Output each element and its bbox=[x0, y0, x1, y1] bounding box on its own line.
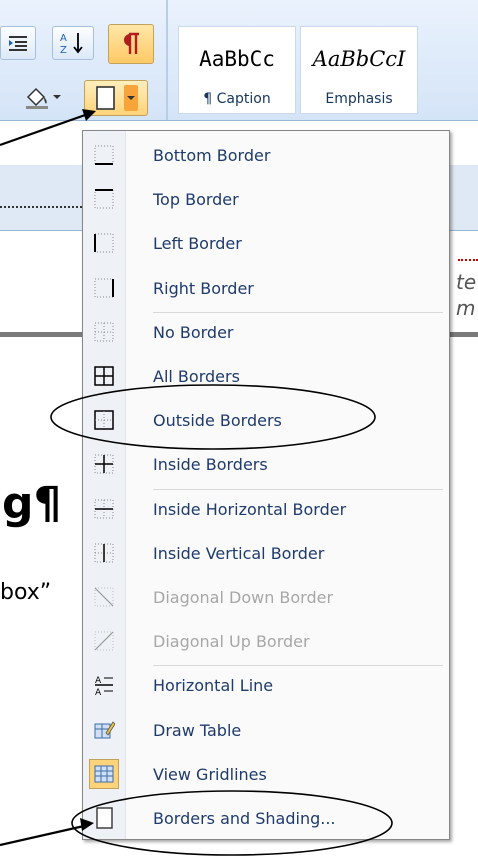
no-border-icon bbox=[94, 322, 114, 342]
menu-item-no-border[interactable]: No Border bbox=[83, 312, 449, 356]
menu-item-outside-borders[interactable]: Outside Borders bbox=[83, 400, 449, 444]
doc-heading-fragment: g¶ bbox=[2, 478, 62, 529]
menu-item-bottom-border[interactable]: Bottom Border bbox=[83, 135, 449, 179]
left-border-icon bbox=[94, 233, 114, 253]
doc-right-fragment: te bbox=[456, 270, 477, 294]
ribbon: A Z AaBbCc ¶ Caption AaBbCcI Emphasis bbox=[0, 0, 478, 121]
menu-item-label: No Border bbox=[153, 322, 234, 342]
menu-item-label: Left Border bbox=[153, 234, 242, 254]
svg-text:A: A bbox=[60, 33, 67, 44]
page-border-icon bbox=[96, 86, 115, 110]
bottom-border-icon bbox=[94, 145, 114, 165]
menu-item-label: Diagonal Down Border bbox=[153, 588, 334, 607]
menu-item-right-border[interactable]: Right Border bbox=[83, 268, 449, 312]
menu-item-all-borders[interactable]: All Borders bbox=[83, 356, 449, 400]
menu-item-diagonal-down-border: Diagonal Down Border bbox=[83, 577, 449, 621]
chevron-down-icon bbox=[53, 95, 61, 99]
spell-underline bbox=[458, 256, 478, 261]
style-sample: AaBbCcI bbox=[312, 47, 406, 71]
decrease-indent-button[interactable] bbox=[0, 26, 36, 60]
outside-borders-icon bbox=[94, 410, 114, 430]
svg-text:Z: Z bbox=[60, 45, 67, 56]
pilcrow-icon bbox=[124, 32, 139, 54]
diagonal-up-border-icon bbox=[94, 631, 114, 651]
menu-item-label: Borders and Shading... bbox=[153, 809, 336, 828]
border-button[interactable] bbox=[84, 80, 148, 116]
menu-item-view-gridlines[interactable]: View Gridlines bbox=[83, 754, 449, 798]
all-borders-icon bbox=[94, 366, 114, 386]
menu-item-label: Draw Table bbox=[153, 720, 242, 740]
menu-item-horizontal-line[interactable]: A A Horizontal Line bbox=[83, 665, 449, 709]
shading-button[interactable] bbox=[14, 80, 72, 114]
border-dropdown-arrow[interactable] bbox=[124, 85, 138, 111]
menu-separator bbox=[153, 665, 443, 667]
menu-item-label: Horizontal Line bbox=[153, 676, 274, 696]
menu-item-draw-table[interactable]: Draw Table bbox=[83, 710, 449, 754]
indent-icon bbox=[9, 36, 27, 51]
menu-item-top-border[interactable]: Top Border bbox=[83, 179, 449, 223]
borders-and-shading-icon bbox=[96, 807, 113, 829]
menu-item-inside-horizontal-border[interactable]: Inside Horizontal Border bbox=[83, 489, 449, 533]
menu-item-label: Outside Borders bbox=[153, 411, 282, 431]
view-gridlines-icon bbox=[94, 765, 114, 783]
style-label: ¶ Caption bbox=[203, 91, 271, 107]
doc-right-fragment: m bbox=[456, 296, 476, 320]
svg-text:A: A bbox=[95, 688, 102, 696]
menu-item-diagonal-up-border: Diagonal Up Border bbox=[83, 621, 449, 665]
menu-item-label: Inside Borders bbox=[153, 455, 268, 475]
border-dropdown-menu: Bottom Border Top Border Left Border Right … bbox=[82, 130, 450, 840]
ruler-ticks bbox=[0, 206, 90, 212]
quick-styles-gallery: AaBbCc ¶ Caption AaBbCcI Emphasis bbox=[178, 0, 478, 118]
menu-item-borders-and-shading[interactable]: Borders and Shading... bbox=[83, 798, 449, 842]
menu-item-label: Bottom Border bbox=[153, 146, 271, 165]
menu-item-label: Diagonal Up Border bbox=[153, 632, 310, 652]
draw-table-icon bbox=[94, 720, 115, 739]
menu-item-label: Inside Horizontal Border bbox=[153, 499, 347, 519]
menu-item-label: Inside Vertical Border bbox=[153, 543, 325, 563]
inside-borders-icon bbox=[94, 454, 114, 474]
menu-separator bbox=[153, 311, 443, 313]
chevron-down-icon bbox=[127, 96, 135, 100]
menu-item-label: All Borders bbox=[153, 367, 240, 386]
menu-item-inside-borders[interactable]: Inside Borders bbox=[83, 444, 449, 488]
inside-vertical-border-icon bbox=[94, 543, 114, 563]
sort-button[interactable]: A Z bbox=[52, 26, 94, 60]
menu-item-left-border[interactable]: Left Border bbox=[83, 223, 449, 267]
show-hide-marks-button[interactable] bbox=[108, 24, 154, 64]
right-border-icon bbox=[94, 278, 114, 298]
diagonal-down-border-icon bbox=[94, 587, 114, 607]
menu-item-label: Top Border bbox=[153, 190, 239, 210]
sort-az-icon: A Z bbox=[60, 33, 83, 56]
menu-separator bbox=[153, 488, 443, 490]
style-emphasis[interactable]: AaBbCcI Emphasis bbox=[300, 26, 418, 114]
style-sample: AaBbCc bbox=[199, 47, 275, 71]
style-caption[interactable]: AaBbCc ¶ Caption bbox=[178, 26, 296, 114]
text-line bbox=[0, 332, 90, 337]
menu-item-label: View Gridlines bbox=[153, 764, 267, 784]
doc-body-fragment: box” bbox=[0, 580, 52, 605]
top-border-icon bbox=[94, 189, 114, 209]
menu-item-label: Right Border bbox=[153, 278, 254, 298]
inside-horizontal-border-icon bbox=[94, 499, 114, 519]
menu-item-inside-vertical-border[interactable]: Inside Vertical Border bbox=[83, 533, 449, 577]
ribbon-group-divider bbox=[166, 0, 168, 120]
style-label: Emphasis bbox=[325, 91, 393, 107]
horizontal-line-icon: AA bbox=[95, 676, 113, 696]
paint-bucket-icon bbox=[26, 87, 48, 109]
